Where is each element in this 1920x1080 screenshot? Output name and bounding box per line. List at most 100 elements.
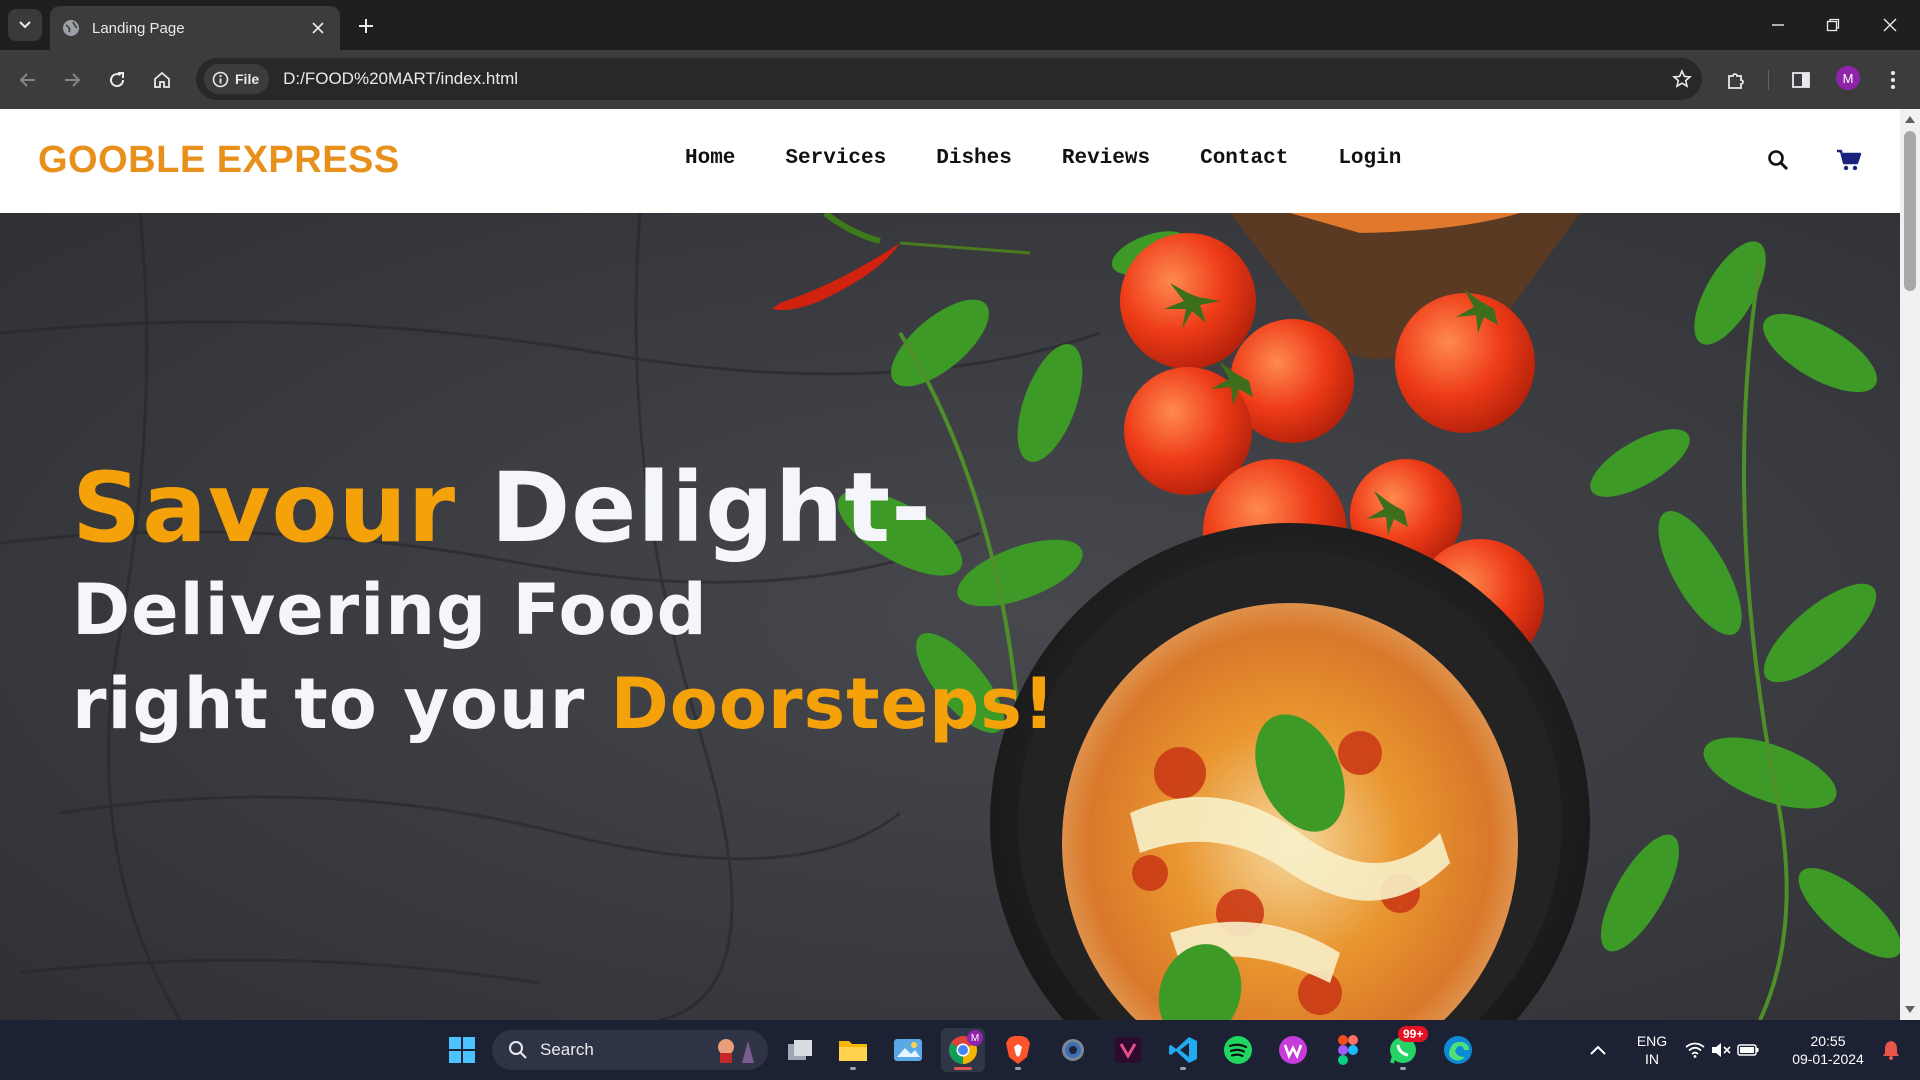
bell-icon (1883, 1041, 1899, 1060)
hero-accent-doorsteps: Doorsteps! (610, 663, 1056, 745)
bookmark-star-button[interactable] (1662, 59, 1702, 99)
battery-icon (1737, 1044, 1759, 1056)
file-explorer-button[interactable] (831, 1028, 875, 1072)
running-indicator (1400, 1067, 1406, 1070)
browser-tab[interactable]: Landing Page (50, 6, 340, 50)
restore-icon (1826, 18, 1840, 32)
side-panel-button[interactable] (1785, 64, 1817, 96)
wps-icon (1279, 1036, 1307, 1064)
tab-title: Landing Page (92, 19, 185, 37)
taskbar-search-box[interactable]: Search (492, 1030, 768, 1070)
close-icon (1883, 18, 1897, 32)
site-header: GOOBLE EXPRESS Home Services Dishes Revi… (0, 109, 1900, 213)
search-highlight-icon (718, 1039, 754, 1063)
page-scrollbar[interactable] (1900, 109, 1920, 1020)
reload-button[interactable] (101, 64, 133, 96)
search-icon (509, 1041, 527, 1059)
clock-time: 20:55 (1810, 1033, 1846, 1049)
side-panel-icon (1792, 72, 1810, 88)
figma-icon (1338, 1035, 1358, 1065)
puzzle-icon (1728, 73, 1744, 89)
arrow-left-icon (19, 73, 35, 87)
edge-button[interactable] (1436, 1028, 1480, 1072)
nav-services-link[interactable]: Services (785, 147, 886, 170)
chrome-menu-button[interactable] (1877, 64, 1909, 96)
start-button[interactable] (440, 1028, 484, 1072)
profile-avatar[interactable]: M (1836, 66, 1860, 90)
search-button[interactable] (1763, 145, 1793, 175)
edge-icon (1444, 1036, 1472, 1064)
site-info-label: File (235, 71, 260, 87)
new-tab-button[interactable] (352, 12, 380, 40)
toolbar-divider (1768, 70, 1769, 90)
browser-toolbar: File D:/FOOD%20MART/index.html (0, 50, 1920, 109)
scroll-up-icon[interactable] (1904, 113, 1916, 125)
star-icon (1672, 69, 1692, 88)
spotify-icon (1224, 1036, 1252, 1064)
close-window-button[interactable] (1872, 10, 1908, 40)
gear-icon (1062, 1039, 1084, 1061)
input-language-indicator[interactable]: ENG IN (1632, 1032, 1672, 1068)
vscode-icon (1169, 1037, 1197, 1063)
cart-button[interactable] (1834, 145, 1864, 175)
plus-icon (359, 19, 373, 33)
nav-dishes-link[interactable]: Dishes (936, 147, 1012, 170)
running-indicator (1180, 1067, 1186, 1070)
chrome-profile-badge: M (967, 1030, 983, 1046)
vscode-button[interactable] (1161, 1028, 1205, 1072)
hero-section: Savour Delight- Delivering Food right to… (0, 213, 1900, 1020)
minimize-button[interactable] (1760, 10, 1796, 40)
language-line-2: IN (1645, 1051, 1659, 1067)
whatsapp-unread-badge: 99+ (1398, 1026, 1429, 1042)
photos-button[interactable] (886, 1028, 930, 1072)
nav-login-link[interactable]: Login (1338, 147, 1401, 170)
nav-reviews-link[interactable]: Reviews (1062, 147, 1150, 170)
brave-icon (1006, 1036, 1030, 1064)
restore-button[interactable] (1815, 10, 1851, 40)
forward-button[interactable] (56, 64, 88, 96)
extensions-button[interactable] (1720, 64, 1752, 96)
close-tab-icon[interactable] (308, 18, 328, 38)
running-indicator (850, 1067, 856, 1070)
vectorizer-icon (1115, 1037, 1141, 1063)
notifications-button[interactable] (1874, 1028, 1908, 1072)
task-view-icon (788, 1040, 812, 1060)
wps-button[interactable] (1271, 1028, 1315, 1072)
home-button[interactable] (146, 64, 178, 96)
more-vertical-icon (1891, 71, 1895, 89)
spotify-button[interactable] (1216, 1028, 1260, 1072)
hero-accent-savour: Savour (72, 452, 457, 564)
quick-settings-button[interactable] (1682, 1028, 1762, 1072)
folder-icon (839, 1041, 867, 1061)
hero-line-3-start: right to your (72, 663, 611, 745)
figma-button[interactable] (1326, 1028, 1370, 1072)
taskbar-search-label: Search (540, 1040, 594, 1059)
scroll-down-icon[interactable] (1904, 1004, 1916, 1016)
url-text[interactable]: D:/FOOD%20MART/index.html (283, 69, 1662, 89)
speaker-muted-icon (1712, 1043, 1731, 1057)
nav-home-link[interactable]: Home (685, 147, 735, 170)
windows-taskbar: Search M 99+ ENG IN 20:55 09-01-2024 (0, 1020, 1920, 1080)
scroll-thumb[interactable] (1904, 131, 1916, 291)
chrome-taskbar-button[interactable]: M (941, 1028, 985, 1072)
nav-contact-link[interactable]: Contact (1200, 147, 1288, 170)
site-logo[interactable]: GOOBLE EXPRESS (38, 139, 400, 182)
show-hidden-icons-button[interactable] (1580, 1028, 1616, 1072)
tab-search-button[interactable] (8, 9, 42, 41)
task-view-button[interactable] (778, 1028, 822, 1072)
back-button[interactable] (12, 64, 44, 96)
settings-button[interactable] (1051, 1028, 1095, 1072)
photos-icon (894, 1039, 922, 1061)
site-info-chip[interactable]: File (204, 64, 270, 94)
clock[interactable]: 20:55 09-01-2024 (1780, 1032, 1876, 1068)
language-line-1: ENG (1636, 1033, 1668, 1049)
home-icon (154, 71, 170, 88)
vector-app-button[interactable] (1106, 1028, 1150, 1072)
wifi-icon (1685, 1042, 1705, 1058)
address-bar[interactable]: File D:/FOOD%20MART/index.html (196, 58, 1702, 100)
main-nav: Home Services Dishes Reviews Contact Log… (685, 147, 1451, 170)
brave-button[interactable] (996, 1028, 1040, 1072)
chevron-down-icon (19, 21, 31, 29)
clock-date: 09-01-2024 (1792, 1051, 1864, 1067)
hero-line-1: Savour Delight- (72, 453, 1056, 563)
